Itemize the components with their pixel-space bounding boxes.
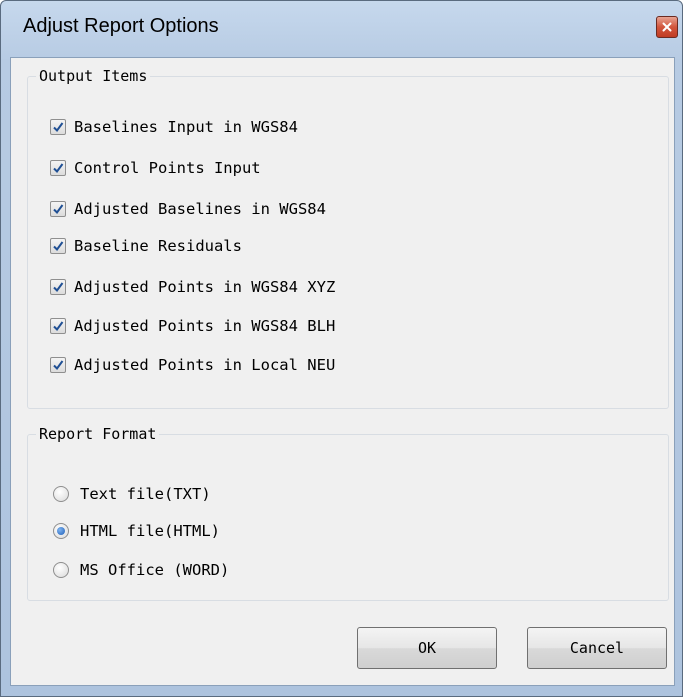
radio-label: MS Office (WORD) (80, 561, 230, 579)
check-icon (53, 163, 64, 174)
close-button[interactable] (656, 16, 678, 38)
check-icon (53, 321, 64, 332)
check-icon (53, 282, 64, 293)
output-items-legend: Output Items (36, 67, 151, 85)
checkbox-adjusted-points-xyz[interactable]: Adjusted Points in WGS84 XYZ (50, 278, 335, 296)
radio-text-file[interactable]: Text file(TXT) (53, 485, 211, 503)
radio-label: HTML file(HTML) (80, 522, 220, 540)
checkbox-label: Control Points Input (74, 159, 261, 177)
checkbox-baseline-residuals[interactable]: Baseline Residuals (50, 237, 242, 255)
ok-button[interactable]: OK (357, 627, 497, 669)
checkbox-label: Baseline Residuals (74, 237, 242, 255)
check-icon (53, 360, 64, 371)
checkbox-box[interactable] (50, 318, 66, 334)
check-icon (53, 204, 64, 215)
checkbox-adjusted-points-blh[interactable]: Adjusted Points in WGS84 BLH (50, 317, 335, 335)
checkbox-box[interactable] (50, 238, 66, 254)
radio-label: Text file(TXT) (80, 485, 211, 503)
radio-selected-dot (57, 527, 65, 535)
checkbox-box[interactable] (50, 201, 66, 217)
checkbox-baselines-input[interactable]: Baselines Input in WGS84 (50, 118, 298, 136)
check-icon (53, 122, 64, 133)
check-icon (53, 241, 64, 252)
radio-button[interactable] (53, 562, 69, 578)
checkbox-label: Adjusted Baselines in WGS84 (74, 200, 326, 218)
checkbox-label: Adjusted Points in WGS84 BLH (74, 317, 336, 335)
checkbox-box[interactable] (50, 119, 66, 135)
window-title: Adjust Report Options (23, 15, 219, 37)
checkbox-label: Adjusted Points in Local NEU (74, 356, 336, 374)
cancel-button[interactable]: Cancel (527, 627, 667, 669)
checkbox-control-points-input[interactable]: Control Points Input (50, 159, 261, 177)
radio-button[interactable] (53, 486, 69, 502)
checkbox-label: Adjusted Points in WGS84 XYZ (74, 278, 336, 296)
report-format-legend: Report Format (36, 425, 160, 443)
radio-ms-office[interactable]: MS Office (WORD) (53, 561, 229, 579)
radio-button[interactable] (53, 523, 69, 539)
close-icon (662, 22, 672, 32)
title-bar[interactable]: Adjust Report Options (1, 1, 682, 57)
checkbox-adjusted-baselines[interactable]: Adjusted Baselines in WGS84 (50, 200, 326, 218)
checkbox-box[interactable] (50, 160, 66, 176)
checkbox-adjusted-points-neu[interactable]: Adjusted Points in Local NEU (50, 356, 335, 374)
checkbox-box[interactable] (50, 357, 66, 373)
checkbox-label: Baselines Input in WGS84 (74, 118, 298, 136)
checkbox-box[interactable] (50, 279, 66, 295)
radio-html-file[interactable]: HTML file(HTML) (53, 522, 220, 540)
